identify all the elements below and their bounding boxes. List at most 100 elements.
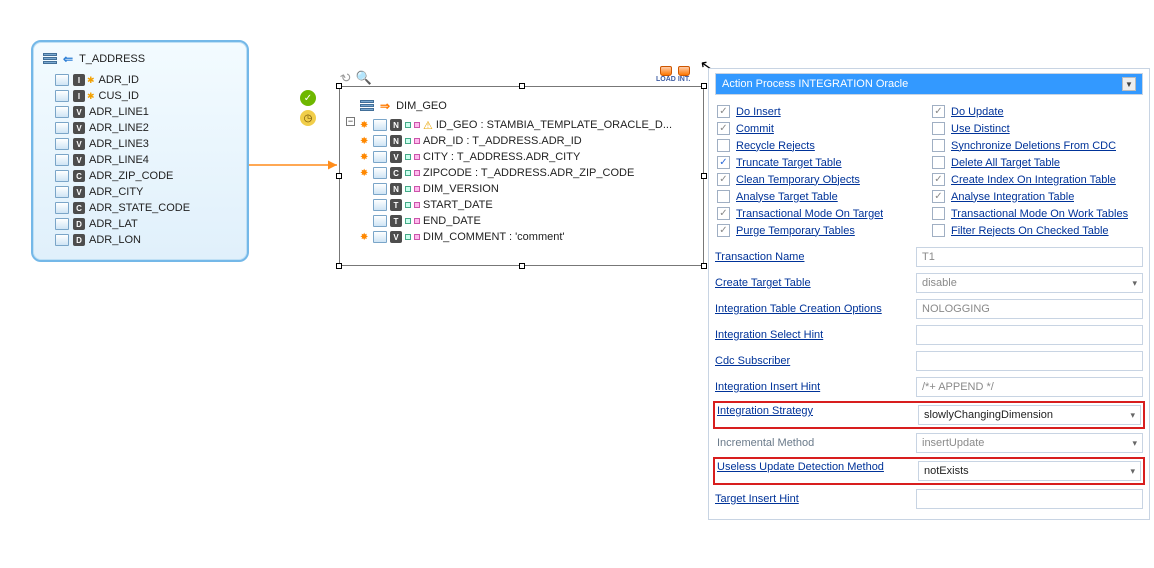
target-mapping-row[interactable]: TEND_DATE xyxy=(360,213,697,229)
source-column-list: I✱ADR_IDI✱CUS_IDVADR_LINE1VADR_LINE2VADR… xyxy=(41,72,239,248)
checkbox[interactable] xyxy=(717,207,730,220)
property-label[interactable]: Integration Strategy xyxy=(717,405,912,425)
checkbox[interactable] xyxy=(717,173,730,186)
source-column[interactable]: I✱CUS_ID xyxy=(55,88,239,104)
option-label[interactable]: Do Insert xyxy=(736,106,781,118)
source-column[interactable]: CADR_ZIP_CODE xyxy=(55,168,239,184)
column-icon xyxy=(55,106,69,118)
target-mapping-row[interactable]: ✸VCITY : T_ADDRESS.ADR_CITY xyxy=(360,149,697,165)
target-mapping-row[interactable]: ✸VDIM_COMMENT : 'comment' xyxy=(360,229,697,245)
option-label[interactable]: Filter Rejects On Checked Table xyxy=(951,225,1109,237)
property-label[interactable]: Transaction Name xyxy=(715,251,910,263)
target-table-panel[interactable]: − ⇒ DIM_GEO ✸N⚠ID_GEO : STAMBIA_TEMPLATE… xyxy=(339,86,704,266)
checkbox[interactable] xyxy=(932,156,945,169)
checkbox[interactable] xyxy=(717,224,730,237)
checkbox[interactable] xyxy=(932,122,945,135)
option-label[interactable]: Delete All Target Table xyxy=(951,157,1060,169)
checkbox[interactable] xyxy=(717,139,730,152)
property-value: /*+ APPEND */ xyxy=(922,381,994,393)
source-column[interactable]: VADR_LINE1 xyxy=(55,104,239,120)
status-pending-icon: ◷ xyxy=(300,110,316,126)
checkbox[interactable] xyxy=(932,190,945,203)
mapped-icon: ✸ xyxy=(360,168,368,179)
source-column[interactable]: VADR_LINE2 xyxy=(55,120,239,136)
property-input[interactable] xyxy=(916,351,1143,371)
port-out-icon xyxy=(414,122,420,128)
checkbox[interactable] xyxy=(932,139,945,152)
property-label[interactable]: Create Target Table xyxy=(715,277,910,289)
property-input[interactable]: NOLOGGING xyxy=(916,299,1143,319)
checkbox[interactable] xyxy=(717,105,730,118)
datatype-badge: I xyxy=(73,90,85,102)
property-value: NOLOGGING xyxy=(922,303,990,315)
column-name: ADR_LINE2 xyxy=(89,122,149,134)
option-label[interactable]: Do Update xyxy=(951,106,1004,118)
source-column[interactable]: I✱ADR_ID xyxy=(55,72,239,88)
checkbox[interactable] xyxy=(717,122,730,135)
option-label[interactable]: Purge Temporary Tables xyxy=(736,225,855,237)
column-name: ADR_LINE3 xyxy=(89,138,149,150)
checkbox[interactable] xyxy=(717,156,730,169)
property-dropdown[interactable]: slowlyChangingDimension xyxy=(918,405,1141,425)
column-icon xyxy=(373,151,387,163)
option-checkbox-row: Filter Rejects On Checked Table xyxy=(932,224,1141,237)
source-column[interactable]: VADR_LINE4 xyxy=(55,152,239,168)
option-label[interactable]: Analyse Target Table xyxy=(736,191,838,203)
checkbox[interactable] xyxy=(932,173,945,186)
checkbox[interactable] xyxy=(717,190,730,203)
target-mapping-row[interactable]: ✸N⚠ID_GEO : STAMBIA_TEMPLATE_ORACLE_D... xyxy=(360,117,697,133)
property-input[interactable] xyxy=(916,325,1143,345)
option-label[interactable]: Truncate Target Table xyxy=(736,157,842,169)
source-column[interactable]: VADR_LINE3 xyxy=(55,136,239,152)
target-mapping-row[interactable]: TSTART_DATE xyxy=(360,197,697,213)
property-label[interactable]: Useless Update Detection Method xyxy=(717,461,912,481)
checkbox[interactable] xyxy=(932,105,945,118)
option-label[interactable]: Synchronize Deletions From CDC xyxy=(951,140,1116,152)
option-label[interactable]: Clean Temporary Objects xyxy=(736,174,860,186)
highlighted-property-row: Useless Update Detection Method notExists xyxy=(715,459,1143,483)
property-dropdown[interactable]: disable xyxy=(916,273,1143,293)
property-dropdown[interactable]: notExists xyxy=(918,461,1141,481)
source-column[interactable]: VADR_CITY xyxy=(55,184,239,200)
property-label[interactable]: Integration Table Creation Options xyxy=(715,303,910,315)
datatype-badge: V xyxy=(390,231,402,243)
table-icon xyxy=(360,100,374,112)
option-checkbox-row: Transactional Mode On Target xyxy=(717,207,926,220)
option-label[interactable]: Transactional Mode On Target xyxy=(736,208,883,220)
action-process-dropdown[interactable]: Action Process INTEGRATION Oracle ▼ xyxy=(715,73,1143,95)
checkbox[interactable] xyxy=(932,224,945,237)
target-mapping-row[interactable]: ✸CZIPCODE : T_ADDRESS.ADR_ZIP_CODE xyxy=(360,165,697,181)
load-icon[interactable]: LOAD xyxy=(656,66,676,83)
property-dropdown[interactable]: insertUpdate xyxy=(916,433,1143,453)
source-column[interactable]: DADR_LAT xyxy=(55,216,239,232)
property-input[interactable]: /*+ APPEND */ xyxy=(916,377,1143,397)
column-name: ADR_ZIP_CODE xyxy=(89,170,173,182)
option-label[interactable]: Use Distinct xyxy=(951,123,1010,135)
properties-kv-grid: Transaction Name T1 Create Target Table dis… xyxy=(715,247,1143,509)
status-ok-icon: ✓ xyxy=(300,90,316,106)
option-label[interactable]: Create Index On Integration Table xyxy=(951,174,1116,186)
target-mapping-row[interactable]: ✸NADR_ID : T_ADDRESS.ADR_ID xyxy=(360,133,697,149)
checkbox[interactable] xyxy=(932,207,945,220)
integration-icon[interactable]: INT. xyxy=(678,66,690,83)
option-label[interactable]: Analyse Integration Table xyxy=(951,191,1074,203)
column-icon xyxy=(373,183,387,195)
source-column[interactable]: DADR_LON xyxy=(55,232,239,248)
mapping-text: END_DATE xyxy=(423,215,481,227)
property-input[interactable]: T1 xyxy=(916,247,1143,267)
property-label[interactable]: Integration Insert Hint xyxy=(715,381,910,393)
option-label[interactable]: Transactional Mode On Work Tables xyxy=(951,208,1128,220)
source-column[interactable]: CADR_STATE_CODE xyxy=(55,200,239,216)
property-label[interactable]: Target Insert Hint xyxy=(715,493,910,505)
option-label[interactable]: Recycle Rejects xyxy=(736,140,815,152)
collapse-toggle[interactable]: − xyxy=(346,117,355,126)
source-table-panel[interactable]: ⇐ T_ADDRESS I✱ADR_IDI✱CUS_IDVADR_LINE1VA… xyxy=(31,40,249,262)
datatype-badge: D xyxy=(73,218,85,230)
property-label[interactable]: Cdc Subscriber xyxy=(715,355,910,367)
option-checkbox-row: Analyse Target Table xyxy=(717,190,926,203)
property-input[interactable] xyxy=(916,489,1143,509)
zoom-icon[interactable]: 🔍 xyxy=(356,70,372,86)
target-mapping-row[interactable]: NDIM_VERSION xyxy=(360,181,697,197)
option-label[interactable]: Commit xyxy=(736,123,774,135)
property-label[interactable]: Integration Select Hint xyxy=(715,329,910,341)
